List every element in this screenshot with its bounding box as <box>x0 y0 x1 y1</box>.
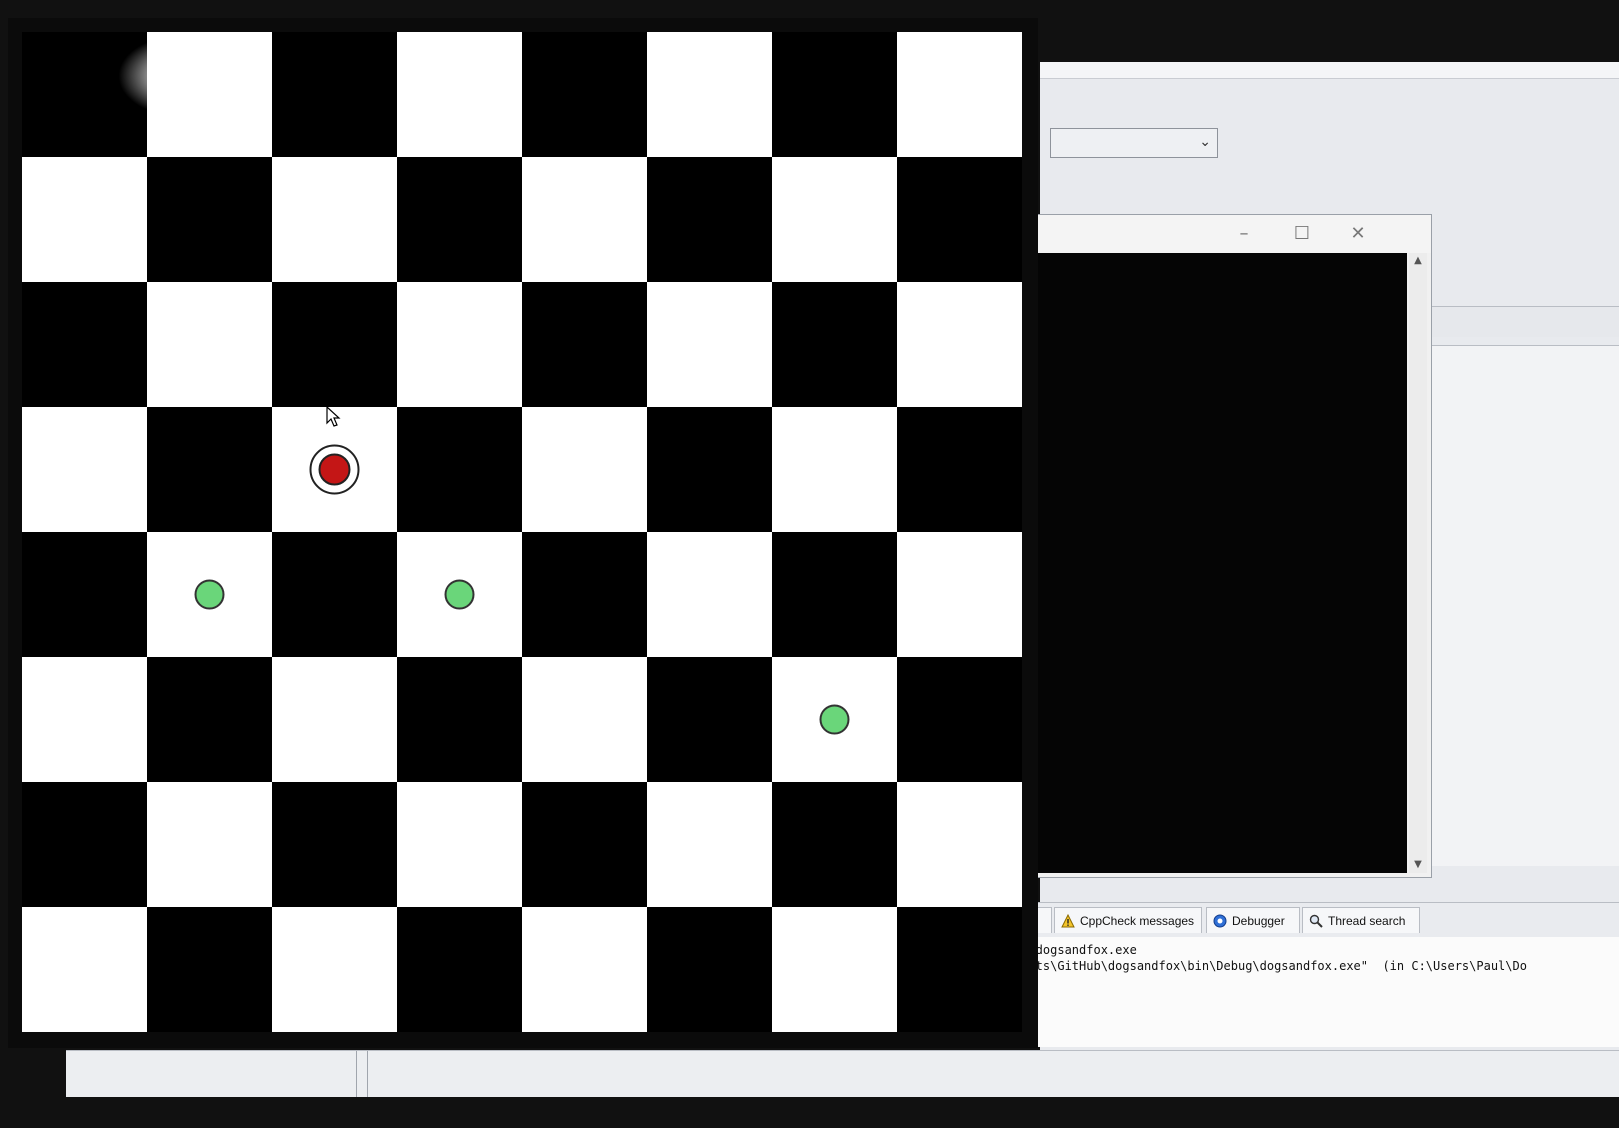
board-square-dark[interactable] <box>397 157 522 282</box>
tab-label: Debugger <box>1232 914 1285 928</box>
board-square-light[interactable] <box>647 32 772 157</box>
board-square-light[interactable] <box>772 407 897 532</box>
ide-toolbar <box>1040 62 1619 79</box>
board-square-light[interactable] <box>397 282 522 407</box>
dog-piece[interactable] <box>819 704 850 735</box>
board-square-dark[interactable] <box>272 282 397 407</box>
console-window[interactable]: – ☐ ✕ ▲ ▼ <box>1030 214 1432 878</box>
board-square-light[interactable] <box>897 782 1022 907</box>
board-square-light[interactable] <box>897 532 1022 657</box>
tab-label: CppCheck messages <box>1080 914 1195 928</box>
board-square-light[interactable] <box>772 907 897 1032</box>
board-square-light[interactable] <box>647 282 772 407</box>
board-square-dark[interactable] <box>647 157 772 282</box>
board-square-dark[interactable] <box>897 157 1022 282</box>
screen: ⌄ – ☐ ✕ ▲ ▼ eck CppCheck messages <box>0 0 1619 1128</box>
board-square-dark[interactable] <box>22 32 147 157</box>
board-square-dark[interactable] <box>772 282 897 407</box>
board-square-dark[interactable] <box>272 782 397 907</box>
board-square-light[interactable] <box>522 157 647 282</box>
build-log: ug\dogsandfox.exe ments\GitHub\dogsandfo… <box>1010 937 1619 1047</box>
board-square-dark[interactable] <box>522 782 647 907</box>
game-window[interactable] <box>8 18 1038 1048</box>
board-square-light[interactable] <box>22 407 147 532</box>
board-square-light[interactable] <box>897 32 1022 157</box>
board-square-dark[interactable] <box>147 657 272 782</box>
board-square-dark[interactable] <box>897 657 1022 782</box>
board-square-light[interactable] <box>272 157 397 282</box>
board-square-dark[interactable] <box>522 532 647 657</box>
board-square-light[interactable] <box>647 532 772 657</box>
board-square-dark[interactable] <box>22 782 147 907</box>
board-square-light[interactable] <box>147 32 272 157</box>
board-square-dark[interactable] <box>147 907 272 1032</box>
board-square-light[interactable] <box>397 32 522 157</box>
mouse-cursor-icon <box>326 406 341 427</box>
board-square-dark[interactable] <box>522 32 647 157</box>
log-line: ments\GitHub\dogsandfox\bin\Debug\dogsan… <box>1014 959 1527 973</box>
board-square-dark[interactable] <box>147 407 272 532</box>
board-canvas[interactable] <box>22 32 1022 1032</box>
maximize-icon[interactable]: ☐ <box>1285 221 1319 247</box>
board-square-dark[interactable] <box>647 657 772 782</box>
board-square-light[interactable] <box>22 157 147 282</box>
board-square-light[interactable] <box>147 782 272 907</box>
log-tab-bar: eck CppCheck messages Debugger Thread se… <box>1010 902 1619 938</box>
dog-piece[interactable] <box>194 579 225 610</box>
minimize-icon[interactable]: – <box>1227 221 1261 247</box>
board-square-dark[interactable] <box>397 657 522 782</box>
board-square-dark[interactable] <box>397 407 522 532</box>
tab-label: Thread search <box>1328 914 1406 928</box>
board-square-light[interactable] <box>772 157 897 282</box>
tab-debugger[interactable]: Debugger <box>1206 907 1300 933</box>
board-square-light[interactable] <box>522 407 647 532</box>
console-output <box>1031 253 1407 873</box>
board-square-light[interactable] <box>22 907 147 1032</box>
status-separator <box>356 1051 368 1097</box>
board-square-light[interactable] <box>22 657 147 782</box>
board-square-dark[interactable] <box>272 32 397 157</box>
board-square-dark[interactable] <box>772 782 897 907</box>
board-square-light[interactable] <box>397 782 522 907</box>
console-scrollbar[interactable]: ▲ ▼ <box>1409 253 1427 873</box>
board-square-dark[interactable] <box>147 157 272 282</box>
board-square-light[interactable] <box>647 782 772 907</box>
board-square-light[interactable] <box>522 657 647 782</box>
board-square-dark[interactable] <box>647 907 772 1032</box>
scroll-up-icon[interactable]: ▲ <box>1409 253 1427 269</box>
chevron-down-icon[interactable]: ⌄ <box>1199 134 1211 150</box>
target-combo-box[interactable]: ⌄ <box>1050 128 1218 158</box>
board-square-dark[interactable] <box>397 907 522 1032</box>
game-board[interactable] <box>22 32 1022 1032</box>
board-square-dark[interactable] <box>272 532 397 657</box>
ide-right-panel-header <box>1428 306 1619 337</box>
close-icon[interactable]: ✕ <box>1341 221 1375 247</box>
status-bar <box>66 1050 1619 1097</box>
ide-right-panel <box>1420 345 1619 866</box>
scroll-down-icon[interactable]: ▼ <box>1409 857 1427 873</box>
warning-icon <box>1061 914 1075 928</box>
dog-piece[interactable] <box>444 579 475 610</box>
board-square-light[interactable] <box>522 907 647 1032</box>
board-square-light[interactable] <box>147 282 272 407</box>
board-square-dark[interactable] <box>897 907 1022 1032</box>
board-square-light[interactable] <box>897 282 1022 407</box>
board-square-dark[interactable] <box>522 282 647 407</box>
board-square-dark[interactable] <box>897 407 1022 532</box>
debugger-icon <box>1213 914 1227 928</box>
tab-thread-search[interactable]: Thread search <box>1302 907 1420 933</box>
board-square-dark[interactable] <box>22 282 147 407</box>
board-square-dark[interactable] <box>772 532 897 657</box>
fox-piece[interactable] <box>318 453 351 486</box>
board-square-dark[interactable] <box>647 407 772 532</box>
board-square-light[interactable] <box>272 657 397 782</box>
board-square-dark[interactable] <box>772 32 897 157</box>
console-titlebar[interactable]: – ☐ ✕ <box>1031 215 1431 253</box>
search-icon <box>1309 914 1323 928</box>
tab-cppcheck-messages[interactable]: CppCheck messages <box>1054 907 1202 933</box>
board-square-dark[interactable] <box>22 532 147 657</box>
board-square-light[interactable] <box>272 907 397 1032</box>
